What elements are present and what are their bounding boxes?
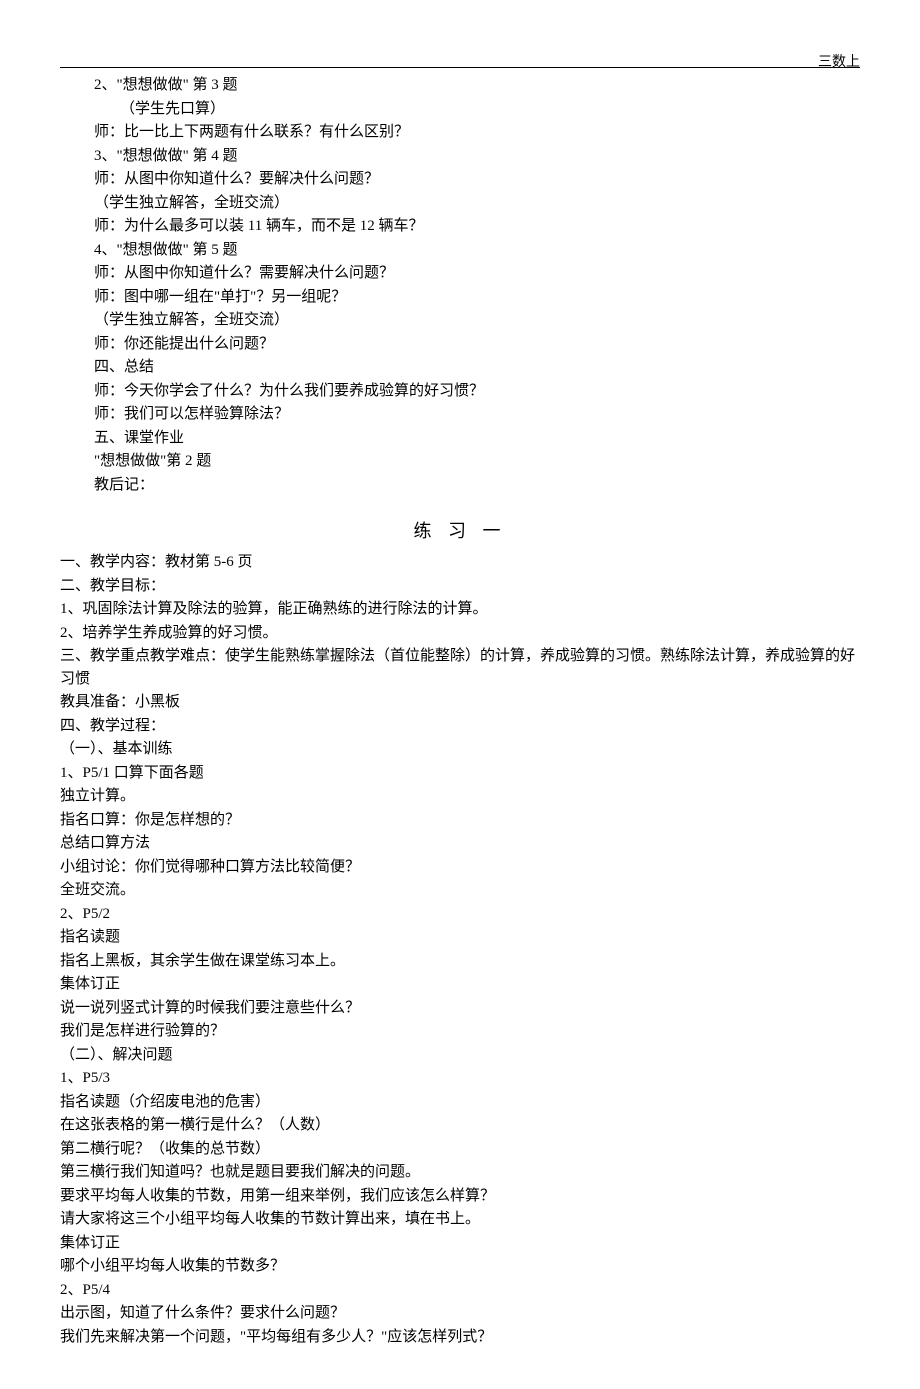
body-line: 二、教学目标： <box>60 575 860 598</box>
body-line: 2、P5/2 <box>60 903 860 926</box>
body-line: 集体订正 <box>60 973 860 996</box>
body-line: 说一说列竖式计算的时候我们要注意些什么？ <box>60 997 860 1020</box>
lesson-block-1: 2、"想想做做" 第 3 题 （学生先口算） 师：比一比上下两题有什么联系？有什… <box>60 74 860 496</box>
body-line: 1、P5/3 <box>60 1067 860 1090</box>
lesson-block-2: 一、教学内容：教材第 5-6 页 二、教学目标： 1、巩固除法计算及除法的验算，… <box>60 551 860 1348</box>
body-line: 师：比一比上下两题有什么联系？有什么区别？ <box>60 121 860 144</box>
body-line: 指名上黑板，其余学生做在课堂练习本上。 <box>60 950 860 973</box>
body-line: 指名读题（介绍废电池的危害） <box>60 1091 860 1114</box>
body-line: 师：为什么最多可以装 11 辆车，而不是 12 辆车？ <box>60 215 860 238</box>
body-line: 我们是怎样进行验算的？ <box>60 1020 860 1043</box>
body-line: 全班交流。 <box>60 879 860 902</box>
document-body: 2、"想想做做" 第 3 题 （学生先口算） 师：比一比上下两题有什么联系？有什… <box>60 74 860 1348</box>
body-line: 第二横行呢？（收集的总节数） <box>60 1138 860 1161</box>
body-line: 总结口算方法 <box>60 832 860 855</box>
body-line: （二）、解决问题 <box>60 1044 860 1067</box>
header-divider <box>60 67 860 68</box>
body-line: 三、教学重点教学难点：使学生能熟练掌握除法（首位能整除）的计算，养成验算的习惯。… <box>60 645 860 690</box>
body-line: （学生先口算） <box>60 98 860 121</box>
body-line: 2、"想想做做" 第 3 题 <box>60 74 860 97</box>
body-line: 要求平均每人收集的节数，用第一组来举例，我们应该怎么样算？ <box>60 1185 860 1208</box>
body-line: 哪个小组平均每人收集的节数多？ <box>60 1255 860 1278</box>
body-line: 我们先来解决第一个问题，"平均每组有多少人？"应该怎样列式？ <box>60 1326 860 1349</box>
body-line: 请大家将这三个小组平均每人收集的节数计算出来，填在书上。 <box>60 1208 860 1231</box>
body-line: 集体订正 <box>60 1232 860 1255</box>
body-line: 3、"想想做做" 第 4 题 <box>60 145 860 168</box>
section-heading: 练 习 一 <box>60 518 860 545</box>
body-line: 第三横行我们知道吗？也就是题目要我们解决的问题。 <box>60 1161 860 1184</box>
body-line: （学生独立解答，全班交流） <box>60 309 860 332</box>
body-line: 教后记： <box>60 474 860 497</box>
body-line: 2、培养学生养成验算的好习惯。 <box>60 622 860 645</box>
body-line: 师：今天你学会了什么？为什么我们要养成验算的好习惯？ <box>60 380 860 403</box>
body-line: （一）、基本训练 <box>60 738 860 761</box>
body-line: 1、P5/1 口算下面各题 <box>60 762 860 785</box>
body-line: 小组讨论：你们觉得哪种口算方法比较简便？ <box>60 856 860 879</box>
body-line: 在这张表格的第一横行是什么？（人数） <box>60 1114 860 1137</box>
body-line: 师：你还能提出什么问题？ <box>60 333 860 356</box>
body-line: 2、P5/4 <box>60 1279 860 1302</box>
body-line: （学生独立解答，全班交流） <box>60 192 860 215</box>
body-line: 独立计算。 <box>60 785 860 808</box>
body-line: 指名口算：你是怎样想的？ <box>60 809 860 832</box>
body-line: 师：从图中你知道什么？需要解决什么问题？ <box>60 262 860 285</box>
page-header-right: 三数上 <box>818 52 860 73</box>
body-line: 出示图，知道了什么条件？要求什么问题？ <box>60 1302 860 1325</box>
document-page: 三数上 2、"想想做做" 第 3 题 （学生先口算） 师：比一比上下两题有什么联… <box>0 0 920 1389</box>
body-line: 师：从图中你知道什么？要解决什么问题？ <box>60 168 860 191</box>
body-line: 四、总结 <box>60 356 860 379</box>
body-line: 指名读题 <box>60 926 860 949</box>
body-line: 1、巩固除法计算及除法的验算，能正确熟练的进行除法的计算。 <box>60 598 860 621</box>
body-line: 师：我们可以怎样验算除法？ <box>60 403 860 426</box>
body-line: 四、教学过程： <box>60 715 860 738</box>
body-line: "想想做做"第 2 题 <box>60 450 860 473</box>
body-line: 师：图中哪一组在"单打"？另一组呢？ <box>60 286 860 309</box>
body-line: 4、"想想做做" 第 5 题 <box>60 239 860 262</box>
body-line: 五、课堂作业 <box>60 427 860 450</box>
body-line: 教具准备：小黑板 <box>60 691 860 714</box>
body-line: 一、教学内容：教材第 5-6 页 <box>60 551 860 574</box>
